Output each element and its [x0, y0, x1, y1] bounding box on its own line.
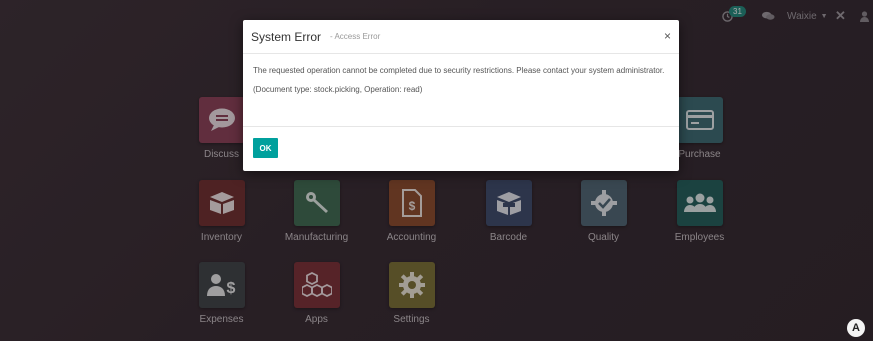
accessibility-icon[interactable]: A — [847, 319, 865, 337]
dialog-header: System Error - Access Error × — [243, 20, 679, 54]
dialog-body: The requested operation cannot be comple… — [243, 54, 679, 127]
close-icon[interactable]: × — [664, 29, 671, 43]
error-detail: (Document type: stock.picking, Operation… — [253, 85, 423, 94]
dialog-subtitle: - Access Error — [330, 32, 381, 41]
ok-button[interactable]: OK — [253, 138, 278, 158]
dialog-title: System Error — [251, 29, 322, 44]
error-dialog: System Error - Access Error × The reques… — [243, 20, 679, 171]
dialog-footer: OK — [243, 127, 679, 169]
error-message: The requested operation cannot be comple… — [253, 66, 665, 75]
